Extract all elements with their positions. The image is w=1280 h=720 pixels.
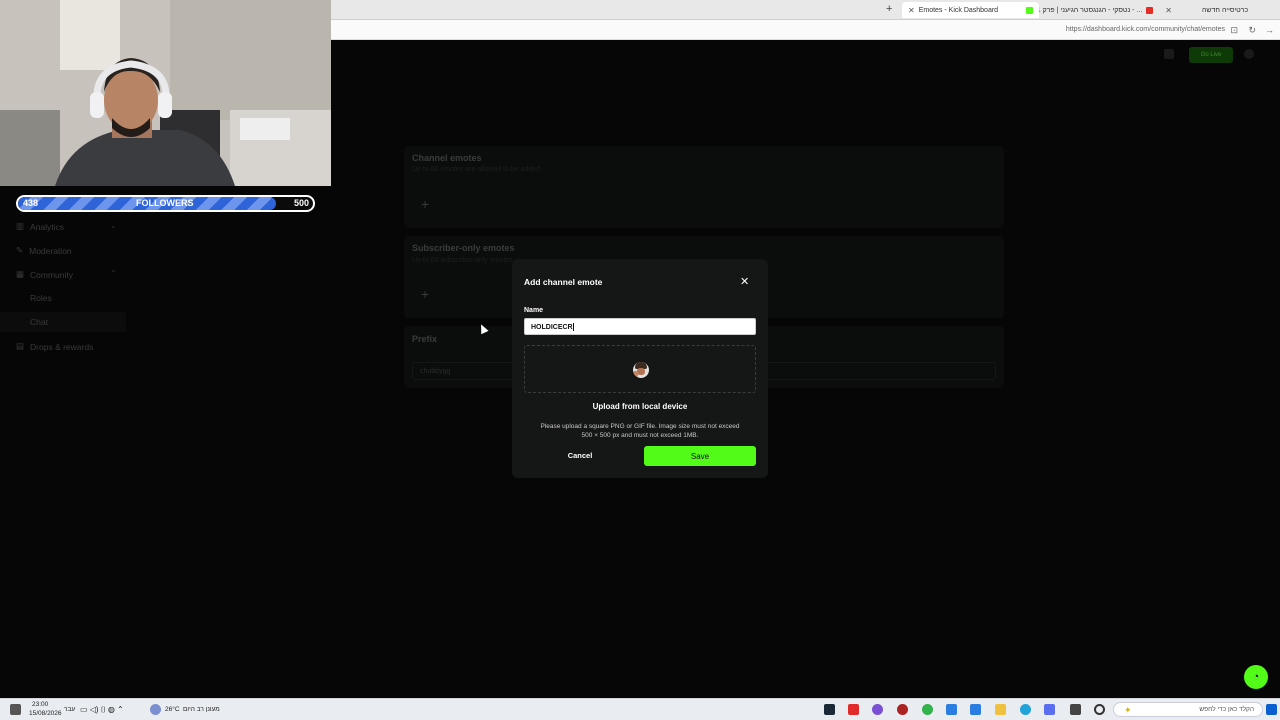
youtube-favicon-icon [1146, 6, 1154, 14]
copilot-icon[interactable] [1044, 704, 1055, 715]
tab-new-tab[interactable]: כרטיסייה חדשה [1196, 2, 1254, 18]
new-tab-icon[interactable]: + [886, 3, 892, 15]
avatar[interactable] [1244, 49, 1254, 59]
subscriber-emotes-subtitle: Up to 60 subscriber-only emotes [412, 257, 513, 264]
cancel-button[interactable]: Cancel [552, 451, 608, 460]
tab-youtube[interactable]: ✕ נטסקי - הגנגסטר הגיעני | פרק 1 - ... ✕ [1020, 2, 1178, 18]
text-caret [572, 323, 574, 331]
language-indicator[interactable]: עבר [64, 706, 75, 713]
folder-icon[interactable] [995, 704, 1006, 715]
windows-start-icon[interactable] [1266, 704, 1277, 715]
close-icon[interactable]: ✕ [1165, 6, 1172, 15]
sidebar-item-chat[interactable]: Chat [30, 317, 48, 327]
sidebar-active-highlight [0, 312, 126, 332]
followers-goal: 500 [293, 198, 309, 208]
chevron-up-icon[interactable]: ⌃ [110, 269, 117, 278]
add-subscriber-emote-button[interactable]: + [421, 286, 429, 302]
channel-emotes-title: Channel emotes [412, 153, 482, 163]
sidebar-item-label: Drops & rewards [30, 341, 94, 352]
add-channel-emote-button[interactable]: + [421, 196, 429, 212]
steam-icon[interactable] [824, 704, 835, 715]
emote-preview-image [633, 362, 649, 378]
weather-icon [150, 704, 161, 715]
add-emote-modal: Add channel emote ✕ Name HOLDICECR Uploa… [512, 259, 768, 478]
sidebar-item-label: Analytics [30, 221, 65, 232]
prefix-title: Prefix [412, 334, 438, 344]
help-line-2: 500 × 500 px and must not exceed 1MB. [581, 431, 699, 439]
followers-goal-bar: 438 FOLLOWERS 500 [16, 195, 315, 212]
go-live-button[interactable]: Go Live [1189, 47, 1233, 63]
tab-label: נטסקי - הגנגסטר הגיעני | פרק 1 - ... [1037, 6, 1143, 14]
emote-name-input[interactable]: HOLDICECR [524, 318, 756, 335]
followers-current: 438 [23, 198, 39, 208]
edge-icon[interactable] [1020, 704, 1031, 715]
url-text: https://dashboard.kick.com/community/cha… [1065, 26, 1225, 33]
name-label: Name [524, 307, 544, 314]
upload-local-button[interactable]: Upload from local device [524, 402, 756, 411]
followers-label: FOLLOWERS [136, 198, 194, 208]
taskbar-time[interactable]: 23:00 [32, 701, 48, 708]
emote-dropzone[interactable] [524, 345, 756, 393]
show-desktop-icon[interactable] [10, 704, 21, 715]
sparkle-icon: ✦ [1124, 705, 1132, 715]
cortana-icon[interactable] [1094, 704, 1105, 715]
app-purple-icon[interactable] [872, 704, 883, 715]
sidebar-item-community[interactable]: ▦ Community [16, 269, 73, 280]
weather-temp[interactable]: 26°C [165, 706, 180, 713]
sidebar-item-label: Community [30, 269, 74, 280]
close-icon[interactable]: ✕ [740, 275, 749, 288]
sidebar-item-label: Moderation [29, 245, 72, 256]
people-icon: ▦ [16, 269, 25, 279]
close-icon[interactable]: ✕ [908, 6, 915, 15]
sidebar-item-moderation[interactable]: ✎ Moderation [16, 245, 72, 256]
lock-icon: ⊡ [1230, 25, 1238, 35]
reload-icon[interactable]: ↻ [1248, 25, 1256, 36]
help-chat-button[interactable]: ◔ [1244, 665, 1268, 689]
kick-favicon-icon [1026, 6, 1034, 14]
wrench-icon: ✎ [16, 245, 24, 255]
save-button[interactable]: Save [644, 446, 756, 466]
channel-emotes-panel [404, 146, 1004, 228]
taskbar: 23:00 15/08/2026 עבר ▭ ◁) ⌷ ◍ ⌃ 26°C מעו… [0, 698, 1280, 720]
forward-icon[interactable]: → [1265, 25, 1274, 35]
task-view-icon[interactable] [1070, 704, 1081, 715]
tab-kick-dashboard[interactable]: ✕ Emotes - Kick Dashboard [902, 2, 1040, 18]
headset-icon: ◔ [1252, 671, 1260, 683]
taskbar-search[interactable]: הקלד כאן כדי לחפש ✦ [1113, 702, 1263, 717]
app-red-icon[interactable] [848, 704, 859, 715]
go-live-label: Go Live [1200, 52, 1222, 58]
weather-text[interactable]: מעונן רב היום [183, 706, 220, 713]
subscriber-emotes-title: Subscriber-only emotes [412, 243, 515, 253]
chevron-down-icon[interactable]: ⌄ [110, 221, 117, 230]
notifications-icon[interactable] [1164, 49, 1174, 59]
modal-title: Add channel emote [524, 277, 603, 287]
sidebar-item-roles[interactable]: Roles [30, 293, 52, 303]
save-label: Save [690, 451, 710, 461]
store-icon[interactable] [970, 704, 981, 715]
webcam-scene [0, 0, 331, 186]
tab-label: כרטיסייה חדשה [1202, 6, 1249, 14]
upload-help-text: Please upload a square PNG or GIF file. … [524, 423, 756, 440]
app-blue-icon[interactable] [946, 704, 957, 715]
tray-icons[interactable]: ▭ ◁) ⌷ ◍ ⌃ [80, 705, 124, 715]
app-green-icon[interactable] [922, 704, 933, 715]
sidebar-item-analytics[interactable]: ▥ Analytics [16, 221, 64, 232]
tab-label: Emotes - Kick Dashboard [918, 6, 999, 14]
app-record-icon[interactable] [897, 704, 908, 715]
search-placeholder: הקלד כאן כדי לחפש [1199, 706, 1254, 713]
chart-icon: ▥ [16, 221, 25, 231]
help-line-1: Please upload a square PNG or GIF file. … [540, 423, 740, 430]
sidebar-item-drops-rewards[interactable]: ▤ Drops & rewards [16, 341, 93, 352]
webcam-overlay [0, 0, 331, 186]
gift-icon: ▤ [16, 341, 25, 351]
emote-name-value: HOLDICECR [531, 323, 573, 331]
taskbar-date[interactable]: 15/08/2026 [29, 710, 62, 717]
channel-emotes-subtitle: Up to 60 emotes are allowed to be added [412, 166, 541, 173]
